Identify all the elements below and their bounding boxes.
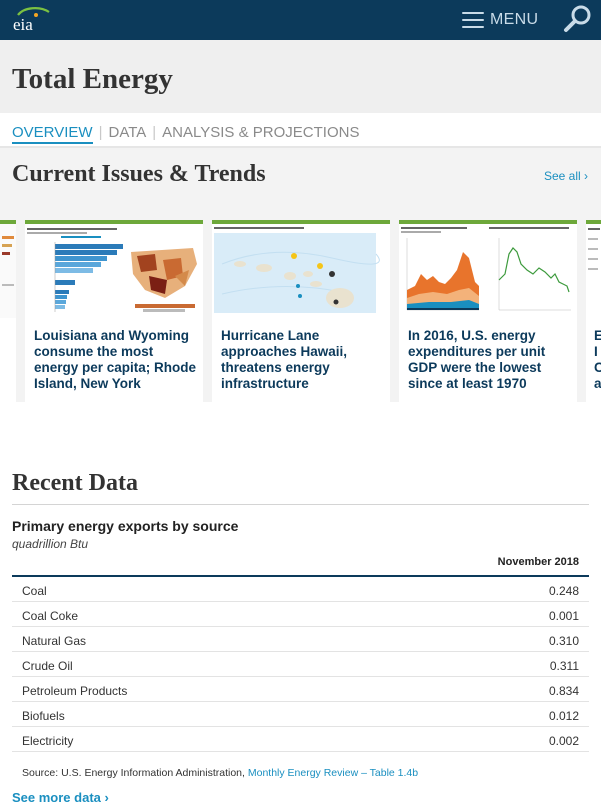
tab-overview[interactable]: OVERVIEW: [12, 124, 93, 144]
svg-text:eia: eia: [13, 15, 33, 34]
row-label: Coal: [22, 584, 47, 598]
row-label: Biofuels: [22, 709, 65, 723]
row-label: Coal Coke: [22, 609, 79, 623]
tab-analysis-projections[interactable]: ANALYSIS & PROJECTIONS: [162, 124, 359, 144]
row-label: Electricity: [22, 734, 74, 748]
card-headline[interactable]: Louisiana and Wyoming consume the most e…: [34, 328, 199, 392]
card-thumbnail: [586, 224, 601, 318]
recent-data-divider: [12, 504, 589, 505]
table-units: quadrillion Btu: [12, 537, 89, 551]
card-headline[interactable]: Hurricane Lane approaches Hawaii, threat…: [221, 328, 386, 392]
source-prefix: Source: U.S. Energy Information Administ…: [22, 767, 248, 779]
tab-separator: |: [98, 124, 103, 141]
table-row: Biofuels 0.012: [12, 702, 589, 727]
column-header: November 2018: [497, 556, 579, 568]
table-row: Coal Coke 0.001: [12, 602, 589, 627]
section-tabs: OVERVIEW | DATA | ANALYSIS & PROJECTIONS: [12, 124, 359, 144]
table-row: Natural Gas 0.310: [12, 627, 589, 652]
row-value: 0.001: [548, 609, 579, 623]
menu-button[interactable]: MENU: [462, 10, 538, 30]
hawaii-infrastructure-map-thumbnail: [212, 224, 390, 318]
top-bar: eia MENU: [0, 0, 601, 40]
carousel-card-partial-left[interactable]: [0, 220, 16, 402]
card-headline-partial: E I C a: [594, 328, 601, 391]
recent-data-title: Recent Data: [12, 470, 138, 496]
row-label: Natural Gas: [22, 634, 87, 648]
row-label: Crude Oil: [22, 659, 73, 673]
energy-expenditures-chart-thumbnail: [399, 224, 577, 318]
carousel-card[interactable]: Hurricane Lane approaches Hawaii, threat…: [212, 220, 390, 402]
row-label: Petroleum Products: [22, 684, 128, 698]
eia-logo[interactable]: eia: [12, 6, 52, 34]
see-all-link[interactable]: See all ›: [544, 169, 588, 183]
row-value: 0.311: [549, 659, 579, 673]
search-icon[interactable]: [562, 4, 594, 34]
table-row: Crude Oil 0.311: [12, 652, 589, 677]
us-energy-per-capita-map-thumbnail: [25, 224, 203, 318]
row-value: 0.012: [548, 709, 579, 723]
row-value: 0.310: [548, 634, 579, 648]
tab-separator: |: [152, 124, 157, 141]
carousel-card-partial-right[interactable]: E I C a: [586, 220, 601, 402]
carousel-card[interactable]: In 2016, U.S. energy expenditures per un…: [399, 220, 577, 402]
table-title: Primary energy exports by source: [12, 518, 239, 534]
table-row: Electricity 0.002: [12, 727, 589, 752]
table-row: Petroleum Products 0.834: [12, 677, 589, 702]
row-value: 0.834: [548, 684, 579, 698]
tab-data[interactable]: DATA: [108, 124, 146, 144]
card-headline[interactable]: In 2016, U.S. energy expenditures per un…: [408, 328, 573, 392]
issues-title: Current Issues & Trends: [12, 161, 266, 187]
table-source: Source: U.S. Energy Information Administ…: [22, 767, 418, 779]
title-band: Total Energy: [0, 40, 601, 113]
menu-label: MENU: [490, 11, 539, 28]
source-link[interactable]: Monthly Energy Review – Table 1.4b: [248, 767, 418, 779]
page-title: Total Energy: [12, 63, 173, 95]
see-more-data-link[interactable]: See more data ›: [12, 790, 109, 805]
row-value: 0.002: [548, 734, 579, 748]
card-thumbnail: [0, 224, 16, 318]
row-value: 0.248: [548, 584, 579, 598]
carousel-card[interactable]: Louisiana and Wyoming consume the most e…: [25, 220, 203, 402]
hamburger-icon: [462, 12, 484, 28]
table-row: Coal 0.248: [12, 577, 589, 602]
